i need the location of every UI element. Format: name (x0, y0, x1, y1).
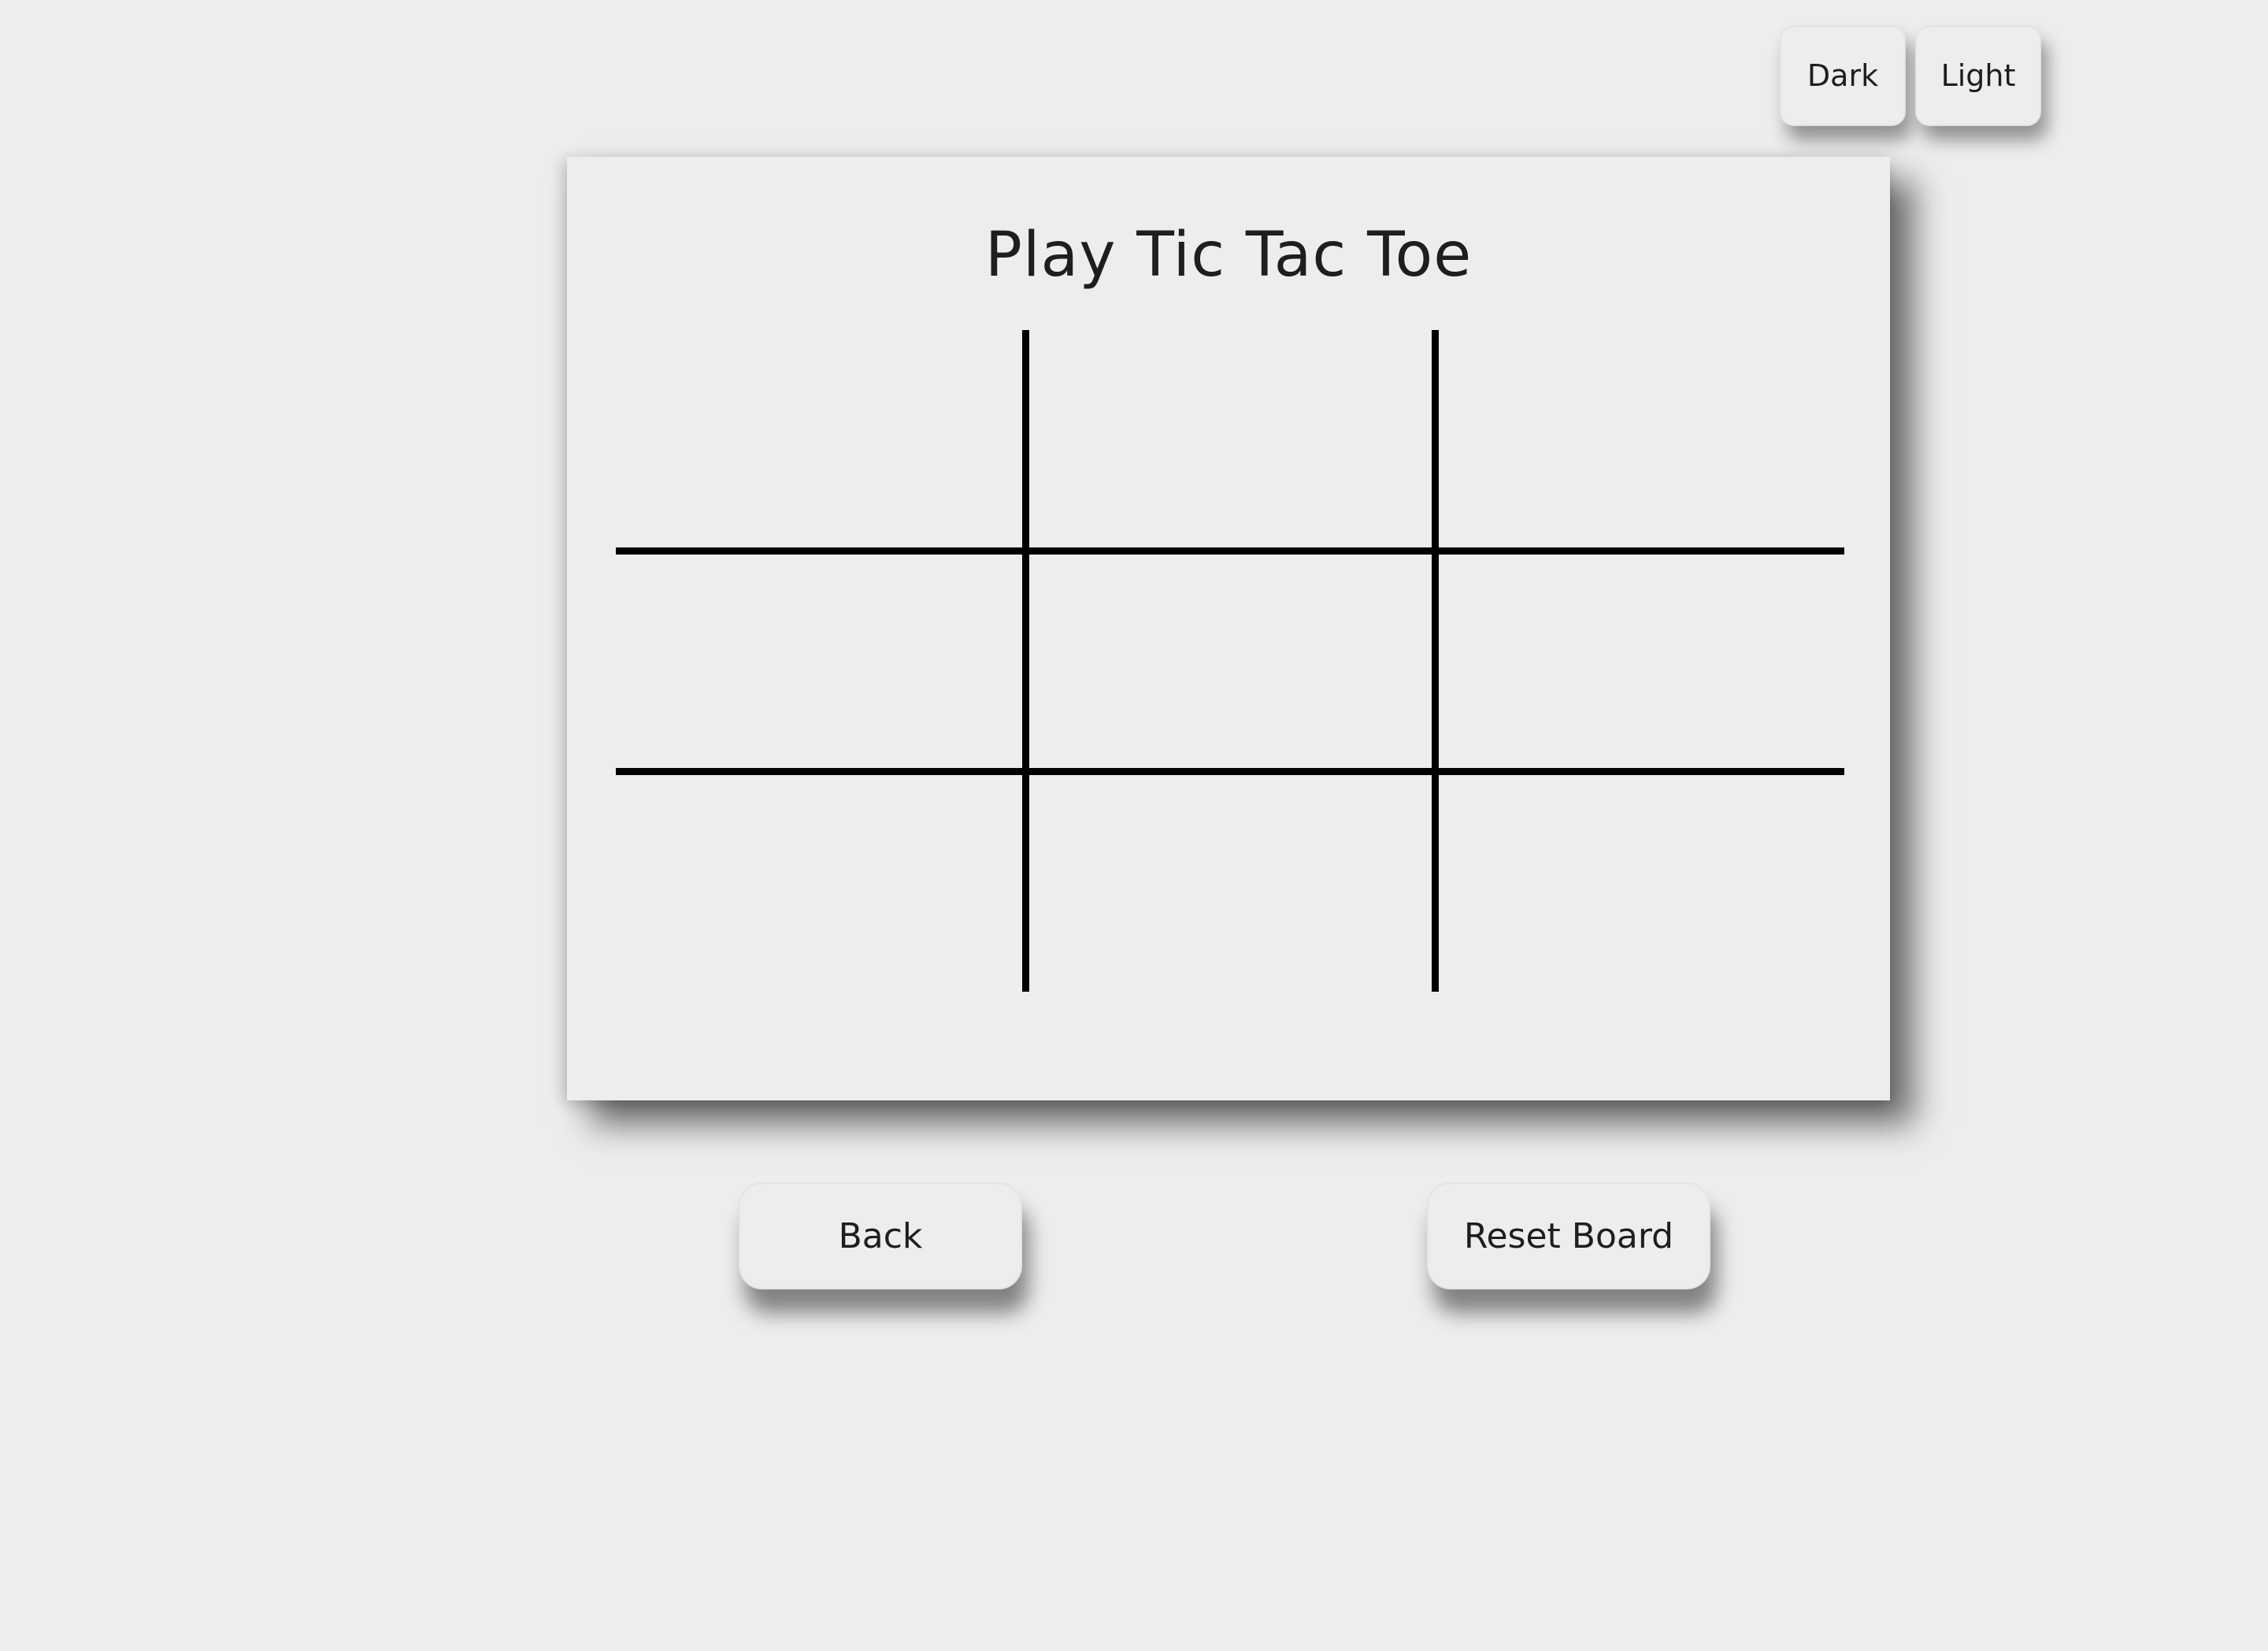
board-cell-5[interactable] (1025, 551, 1435, 771)
dark-theme-button[interactable]: Dark (1780, 25, 1906, 126)
board-cell-3[interactable] (1435, 330, 1844, 551)
page-title: Play Tic Tac Toe (984, 220, 1473, 291)
board-cell-4[interactable] (616, 551, 1025, 771)
board-cell-8[interactable] (1025, 771, 1435, 992)
back-button[interactable]: Back (739, 1182, 1022, 1289)
reset-board-button[interactable]: Reset Board (1427, 1182, 1710, 1289)
grid-line-horizontal-1 (616, 547, 1844, 555)
light-theme-button[interactable]: Light (1915, 25, 2041, 126)
grid-line-vertical-1 (1022, 330, 1029, 992)
grid-line-horizontal-2 (616, 768, 1844, 775)
tic-tac-toe-grid (616, 330, 1844, 992)
grid-line-vertical-2 (1432, 330, 1439, 992)
game-board-card: Play Tic Tac Toe (567, 157, 1890, 1100)
board-cell-7[interactable] (616, 771, 1025, 992)
board-cell-2[interactable] (1025, 330, 1435, 551)
board-cell-1[interactable] (616, 330, 1025, 551)
board-cell-6[interactable] (1435, 551, 1844, 771)
board-cell-9[interactable] (1435, 771, 1844, 992)
